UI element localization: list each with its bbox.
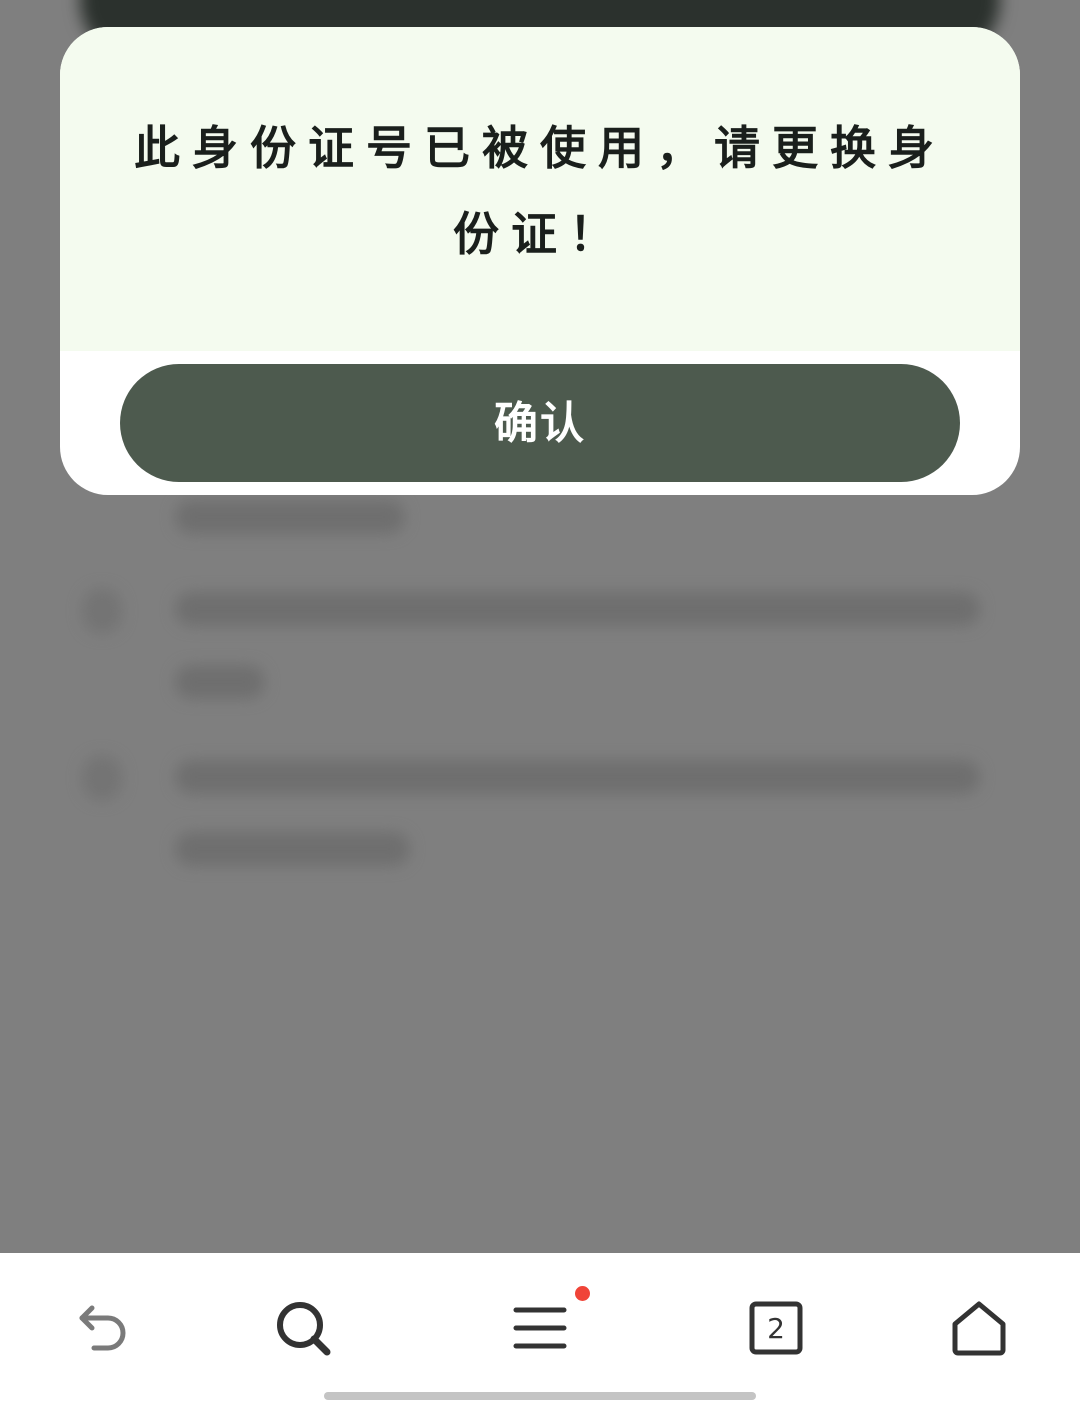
- home-indicator[interactable]: [324, 1392, 756, 1400]
- background-list-number: [82, 755, 122, 801]
- notification-badge-dot: [575, 1286, 590, 1301]
- alert-dialog: 此身份证号已被使用，请更换身份证！ 确认: [60, 27, 1020, 495]
- search-icon: [277, 1302, 331, 1356]
- background-text-line: [175, 760, 980, 794]
- home-button[interactable]: [944, 1293, 1014, 1363]
- background-text-line: [175, 832, 410, 866]
- search-button[interactable]: [268, 1293, 338, 1363]
- tab-count: 2: [767, 1312, 785, 1345]
- background-text-line: [175, 500, 405, 534]
- menu-button[interactable]: [505, 1293, 575, 1363]
- background-text-line: [175, 665, 265, 699]
- menu-icon: [513, 1307, 567, 1349]
- dialog-body: 此身份证号已被使用，请更换身份证！: [60, 27, 1020, 351]
- bottom-navigation-bar: 2: [0, 1253, 1080, 1404]
- back-arrow-icon: [79, 1305, 126, 1351]
- tabs-button[interactable]: 2: [741, 1293, 811, 1363]
- background-text-line: [175, 592, 980, 626]
- background-list-number: [82, 588, 122, 634]
- dialog-message: 此身份证号已被使用，请更换身份证！: [134, 121, 946, 261]
- tabs-icon: 2: [749, 1301, 803, 1355]
- home-icon: [952, 1301, 1006, 1356]
- back-button[interactable]: [67, 1293, 137, 1363]
- confirm-button[interactable]: 确认: [120, 364, 960, 482]
